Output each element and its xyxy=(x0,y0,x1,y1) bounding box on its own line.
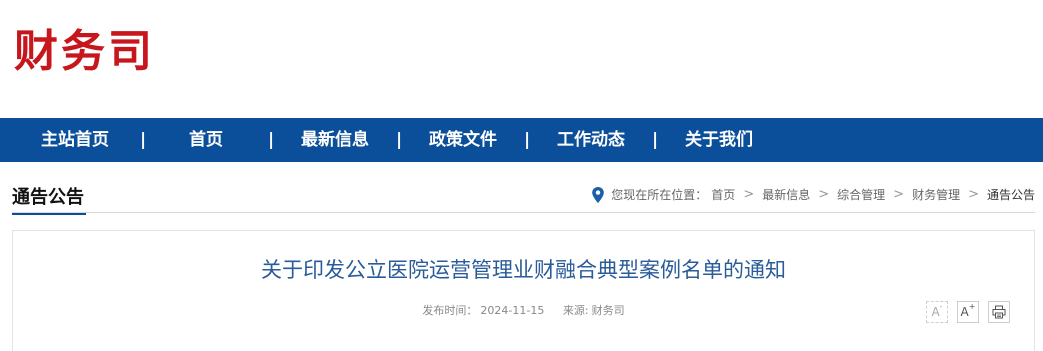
nav-item-policy-docs[interactable]: 政策文件 xyxy=(418,118,508,162)
article-title: 关于印发公立医院运营管理业财融合典型案例名单的通知 xyxy=(261,258,786,282)
breadcrumb-home[interactable]: 首页 xyxy=(711,184,735,206)
nav-item-home[interactable]: 首页 xyxy=(172,118,240,162)
article-panel: 关于印发公立医院运营管理业财融合典型案例名单的通知 发布时间： 2024-11-1… xyxy=(12,230,1035,351)
chevron-right-icon: > xyxy=(743,187,755,202)
main-nav: 主站首页 | 首页 | 最新信息 | 政策文件 | 工作动态 | 关于我们 xyxy=(0,118,1043,162)
site-header: 财务司 xyxy=(0,0,1043,118)
nav-separator: | xyxy=(524,130,531,150)
breadcrumb: 您现在所在位置： 首页 > 最新信息 > 综合管理 > 财务管理 > 通告公告 xyxy=(591,184,1035,206)
breadcrumb-general-management[interactable]: 综合管理 xyxy=(837,184,885,206)
publish-date-label: 发布时间： xyxy=(422,304,478,317)
section-title: 通告公告 xyxy=(12,184,86,215)
breadcrumb-prefix: 您现在所在位置： xyxy=(611,188,708,202)
nav-separator: | xyxy=(652,130,659,150)
font-decrease-icon: A- xyxy=(931,302,943,319)
font-increase-button[interactable]: A+ xyxy=(957,301,979,323)
nav-item-work-news[interactable]: 工作动态 xyxy=(546,118,636,162)
site-logo[interactable]: 财务司 xyxy=(14,22,155,82)
article-meta: 发布时间： 2024-11-15 来源: 财务司 xyxy=(13,303,1034,319)
chevron-right-icon: > xyxy=(968,187,979,202)
printer-icon xyxy=(992,305,1006,319)
breadcrumb-latest-info[interactable]: 最新信息 xyxy=(762,184,810,206)
chevron-right-icon: > xyxy=(893,187,905,202)
nav-separator: | xyxy=(268,130,275,150)
nav-separator: | xyxy=(140,130,147,150)
source-value: 财务司 xyxy=(591,304,625,317)
font-increase-icon: A+ xyxy=(960,302,976,319)
source-label: 来源: xyxy=(562,304,589,317)
nav-item-main-site-home[interactable]: 主站首页 xyxy=(30,118,120,162)
nav-item-latest-info[interactable]: 最新信息 xyxy=(290,118,380,162)
chevron-right-icon: > xyxy=(818,187,830,202)
location-pin-icon xyxy=(592,187,605,203)
publish-date: 2024-11-15 xyxy=(480,304,545,317)
nav-item-about-us[interactable]: 关于我们 xyxy=(674,118,764,162)
nav-separator: | xyxy=(396,130,403,150)
font-decrease-button[interactable]: A- xyxy=(926,301,948,323)
breadcrumb-finance-management[interactable]: 财务管理 xyxy=(912,184,960,206)
print-button[interactable] xyxy=(988,301,1010,323)
breadcrumb-current: 通告公告 xyxy=(986,188,1035,202)
section-divider xyxy=(12,212,1035,213)
